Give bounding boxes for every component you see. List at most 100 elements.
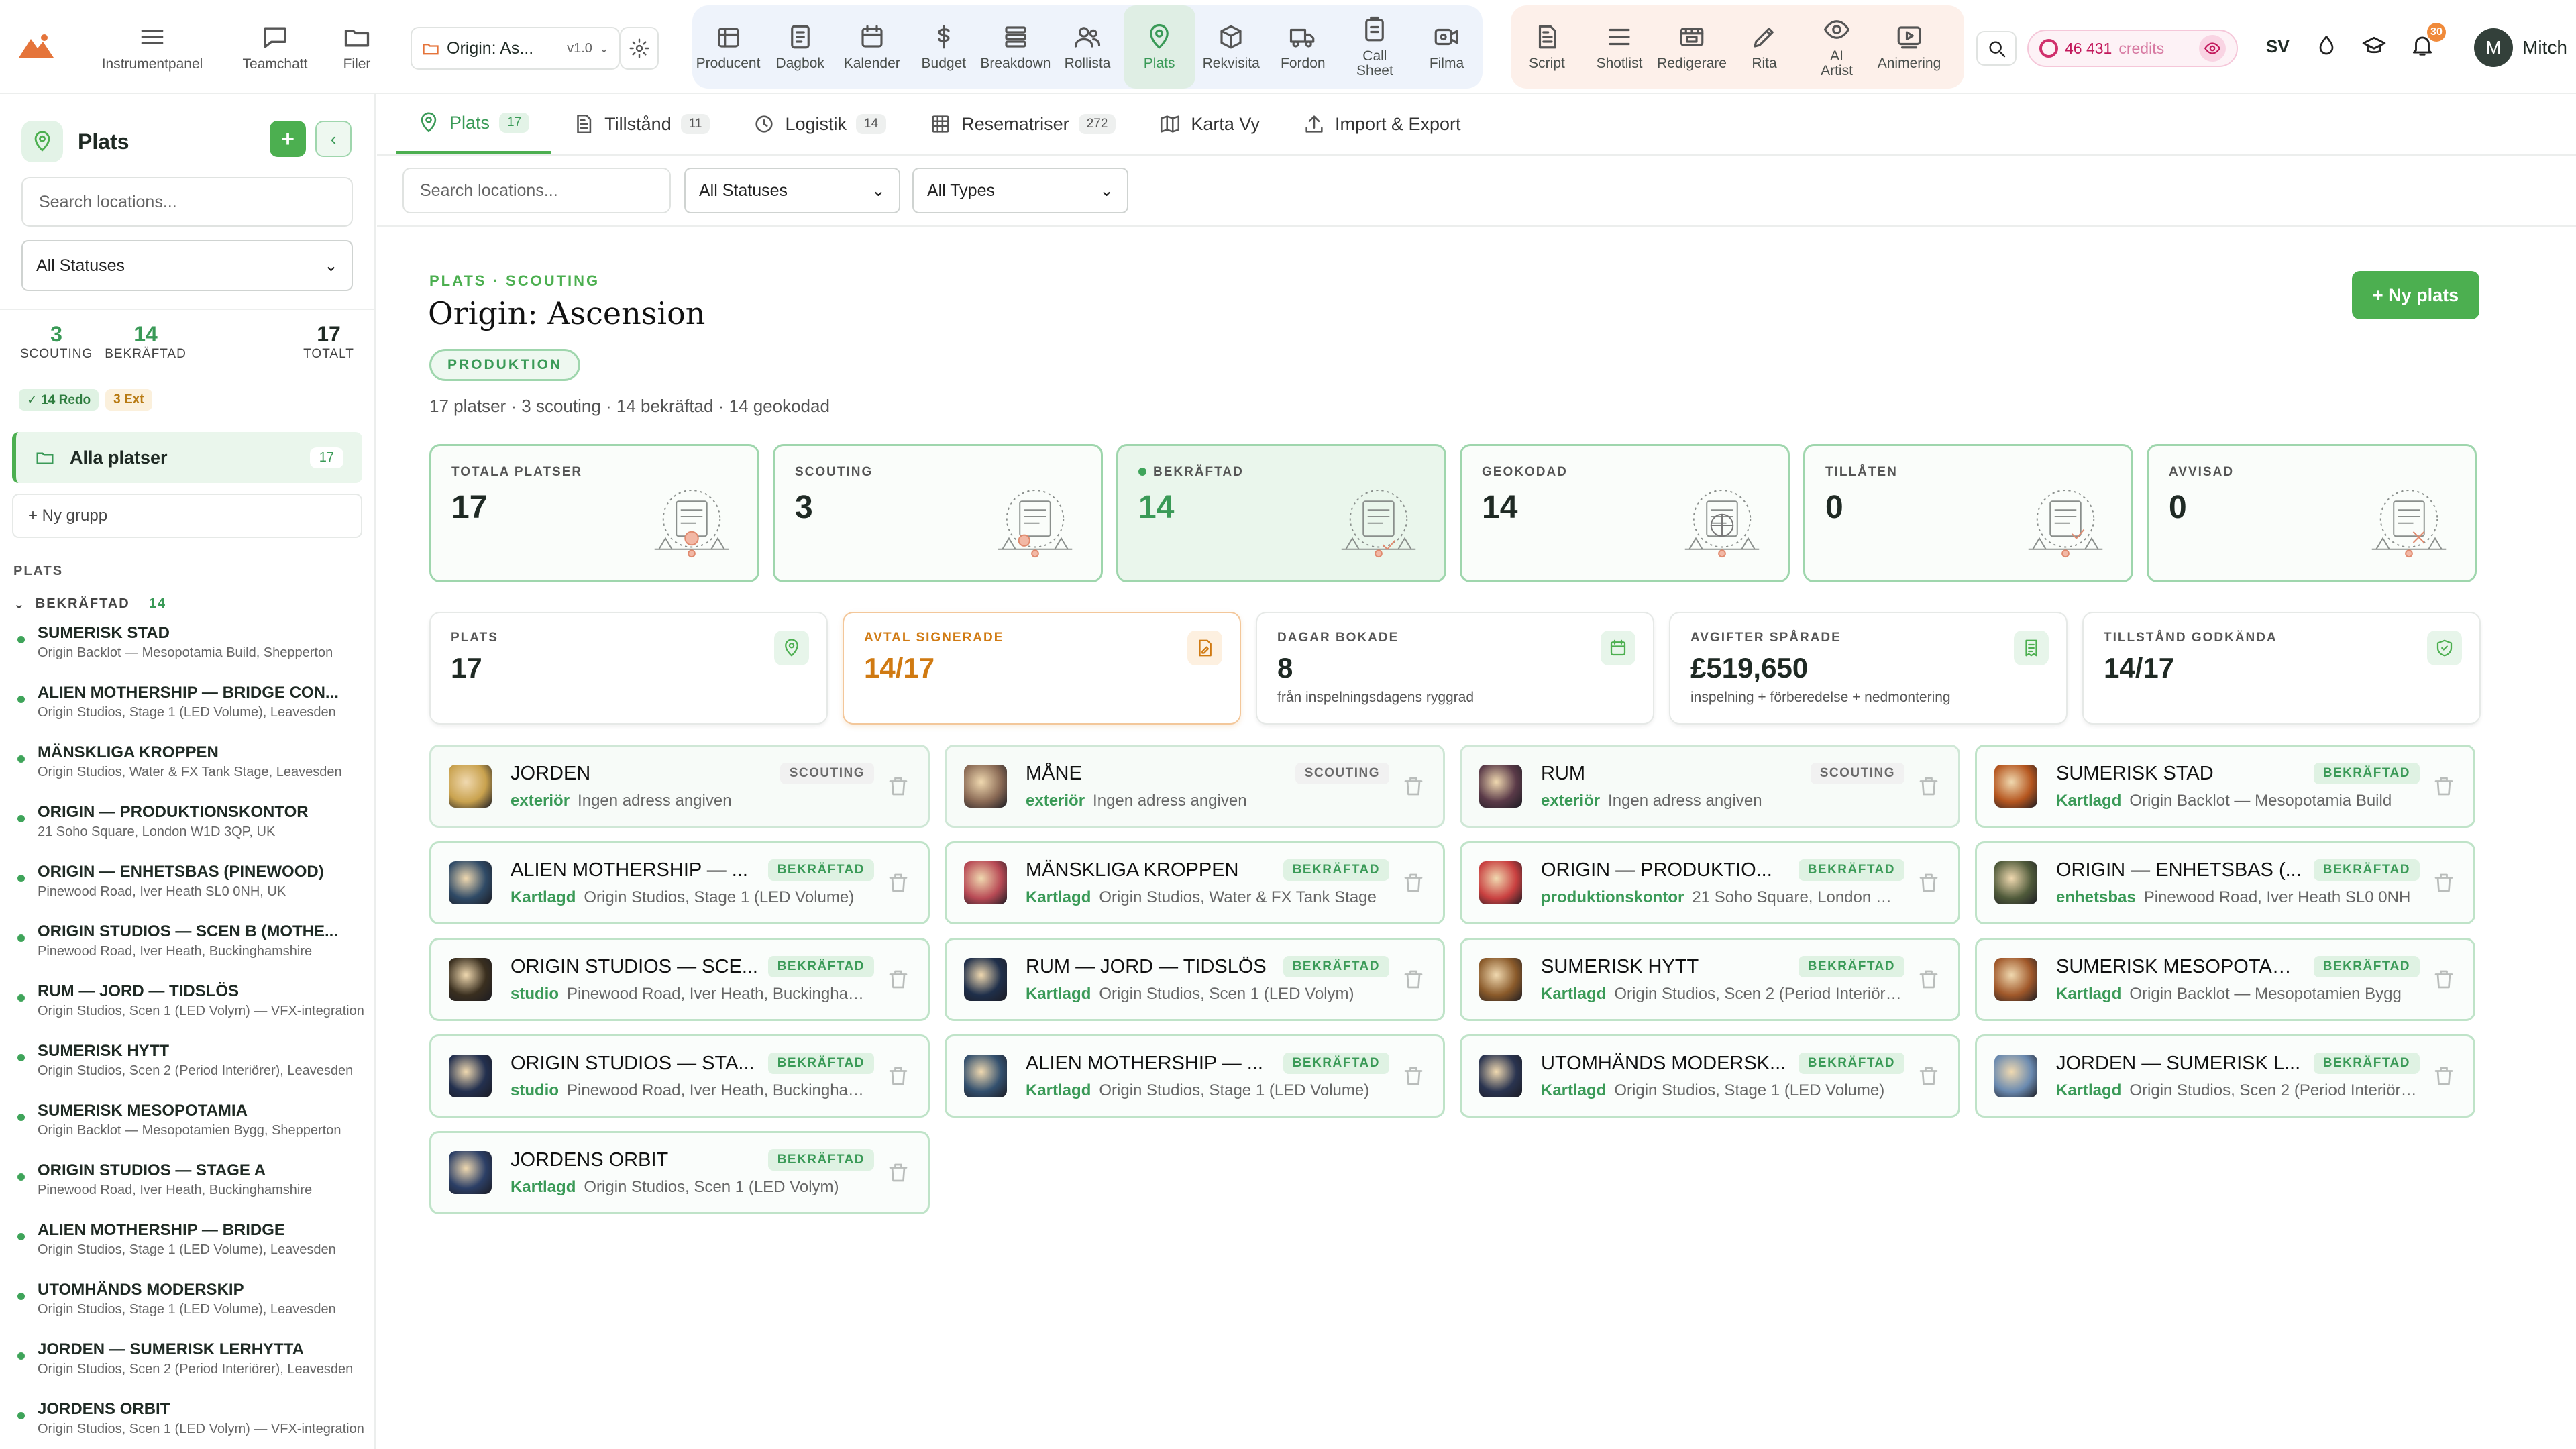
trash-icon[interactable] xyxy=(1917,871,1941,895)
module-rollista[interactable]: Rollista xyxy=(1051,5,1123,89)
module-plats[interactable]: Plats xyxy=(1123,5,1195,89)
creative-redigerare[interactable]: Redigerare xyxy=(1656,5,1728,89)
trash-icon[interactable] xyxy=(1917,1064,1941,1088)
location-card[interactable]: ALIEN MOTHERSHIP — ... BEKRÄFTAD Kartlagd O… xyxy=(945,1034,1445,1118)
filter-type-select[interactable]: All Types ⌄ xyxy=(912,168,1128,213)
location-card[interactable]: RUM — JORD — TIDSLÖS BEKRÄFTAD Kartlagd Ori… xyxy=(945,938,1445,1021)
all-locations-item[interactable]: Alla platser 17 xyxy=(12,432,362,483)
language-selector[interactable]: SV xyxy=(2266,36,2290,57)
kpi-card[interactable]: TOTALA PLATSER 17 xyxy=(429,444,759,582)
sidebar-location-item[interactable]: ORIGIN STUDIOS — SCEN B (MOTHE... Pinewoo… xyxy=(17,922,366,959)
creative-ai-artist[interactable]: AI Artist xyxy=(1801,5,1873,89)
location-card[interactable]: ALIEN MOTHERSHIP — ... BEKRÄFTAD Kartlagd O… xyxy=(429,841,930,924)
trash-icon[interactable] xyxy=(1401,1064,1426,1088)
location-card[interactable]: RUM SCOUTING exteriör Ingen adress angiven xyxy=(1460,745,1960,828)
location-card[interactable]: SUMERISK STAD BEKRÄFTAD Kartlagd Origin Bac… xyxy=(1975,745,2475,828)
sidebar-location-item[interactable]: ORIGIN — ENHETSBAS (PINEWOOD) Pinewood Ro… xyxy=(17,863,366,900)
sidebar-location-item[interactable]: SUMERISK STAD Origin Backlot — Mesopotami… xyxy=(17,624,366,661)
tab-tillstånd[interactable]: Tillstånd 11 xyxy=(551,95,731,154)
sidebar-location-item[interactable]: ALIEN MOTHERSHIP — BRIDGE Origin Studios,… xyxy=(17,1221,366,1258)
module-producent[interactable]: Producent xyxy=(692,5,764,89)
sidebar-location-item[interactable]: JORDEN — SUMERISK LERHYTTA Origin Studios… xyxy=(17,1340,366,1377)
new-group-button[interactable]: + Ny grupp xyxy=(12,494,362,538)
trash-icon[interactable] xyxy=(886,967,910,991)
tab-resematriser[interactable]: Resematriser 272 xyxy=(908,95,1137,154)
kpi-card[interactable]: TILLÅTEN 0 xyxy=(1803,444,2133,582)
sidebar-location-item[interactable]: ALIEN MOTHERSHIP — BRIDGE CON... Origin S… xyxy=(17,684,366,720)
tab-logistik[interactable]: Logistik 14 xyxy=(731,95,908,154)
trash-icon[interactable] xyxy=(886,1161,910,1185)
trash-icon[interactable] xyxy=(2432,871,2456,895)
project-selector[interactable]: Origin: As... v1.0 ⌄ xyxy=(411,27,620,70)
location-card[interactable]: UTOMHÄNDS MODERSK... BEKRÄFTAD Kartlagd Ori… xyxy=(1460,1034,1960,1118)
app-logo[interactable] xyxy=(17,32,55,59)
module-dagbok[interactable]: Dagbok xyxy=(764,5,836,89)
trash-icon[interactable] xyxy=(1917,774,1941,798)
notifications-button[interactable]: 30 xyxy=(2410,23,2446,58)
academy-button[interactable] xyxy=(2361,34,2387,59)
module-call-sheet[interactable]: Call Sheet xyxy=(1339,5,1411,89)
sidebar-location-item[interactable]: ORIGIN STUDIOS — STAGE A Pinewood Road, I… xyxy=(17,1161,366,1198)
module-filma[interactable]: Filma xyxy=(1411,5,1483,89)
sidebar-search-input[interactable]: Search locations... xyxy=(21,177,353,227)
trash-icon[interactable] xyxy=(886,774,910,798)
trash-icon[interactable] xyxy=(2432,967,2456,991)
location-card[interactable]: ORIGIN STUDIOS — STA... BEKRÄFTAD studio Pi… xyxy=(429,1034,930,1118)
filter-status-select[interactable]: All Statuses ⌄ xyxy=(684,168,900,213)
sidebar-location-item[interactable]: UTOMHÄNDS MODERSKIP Origin Studios, Stage… xyxy=(17,1281,366,1318)
trash-icon[interactable] xyxy=(886,1064,910,1088)
location-card[interactable]: ORIGIN — ENHETSBAS (... BEKRÄFTAD enhetsba… xyxy=(1975,841,2475,924)
tab-import-export[interactable]: Import & Export xyxy=(1281,95,1483,154)
location-card[interactable]: ORIGIN — PRODUKTIO... BEKRÄFTAD produktion… xyxy=(1460,841,1960,924)
sidebar-location-item[interactable]: RUM — JORD — TIDSLÖS Origin Studios, Scen… xyxy=(17,982,366,1019)
sidebar-location-item[interactable]: ORIGIN — PRODUKTIONSKONTOR 21 Soho Square… xyxy=(17,803,366,840)
module-fordon[interactable]: Fordon xyxy=(1267,5,1339,89)
trash-icon[interactable] xyxy=(2432,1064,2456,1088)
location-card[interactable]: ORIGIN STUDIOS — SCE... BEKRÄFTAD studio Pi… xyxy=(429,938,930,1021)
nav-instrumentpanel[interactable]: Instrumentpanel xyxy=(89,0,216,94)
filter-search-input[interactable]: Search locations... xyxy=(402,168,671,213)
trash-icon[interactable] xyxy=(1401,774,1426,798)
summary-card[interactable]: DAGAR BOKADE 8 från inspelningsdagens rygg… xyxy=(1256,612,1654,724)
sidebar-location-item[interactable]: SUMERISK MESOPOTAMIA Origin Backlot — Mes… xyxy=(17,1102,366,1138)
kpi-card[interactable]: AVVISAD 0 xyxy=(2147,444,2477,582)
tab-plats[interactable]: Plats 17 xyxy=(396,95,551,154)
group-header-bekraftad[interactable]: ⌄ BEKRÄFTAD 14 xyxy=(13,596,166,612)
nav-teamchatt[interactable]: Teamchatt xyxy=(228,0,322,94)
nav-filer[interactable]: Filer xyxy=(329,0,385,94)
tab-karta-vy[interactable]: Karta Vy xyxy=(1137,95,1281,154)
module-kalender[interactable]: Kalender xyxy=(836,5,908,89)
trash-icon[interactable] xyxy=(2432,774,2456,798)
kpi-card[interactable]: SCOUTING 3 xyxy=(773,444,1103,582)
module-breakdown[interactable]: Breakdown xyxy=(979,5,1051,89)
location-card[interactable]: SUMERISK HYTT BEKRÄFTAD Kartlagd Origin Stu… xyxy=(1460,938,1960,1021)
trash-icon[interactable] xyxy=(886,871,910,895)
summary-card[interactable]: TILLSTÅND GODKÄNDA 14/17 xyxy=(2082,612,2481,724)
summary-card[interactable]: PLATS 17 xyxy=(429,612,828,724)
kpi-card[interactable]: GEOKODAD 14 xyxy=(1460,444,1790,582)
location-card[interactable]: JORDEN SCOUTING exteriör Ingen adress angiv… xyxy=(429,745,930,828)
module-rekvisita[interactable]: Rekvisita xyxy=(1195,5,1267,89)
search-button[interactable] xyxy=(1976,31,2017,66)
credits-badge[interactable]: 46 431 credits xyxy=(2027,30,2238,67)
summary-card[interactable]: AVGIFTER SPÅRADE £519,650 inspelning + för… xyxy=(1669,612,2068,724)
kpi-card[interactable]: BEKRÄFTAD 14 xyxy=(1116,444,1446,582)
location-card[interactable]: SUMERISK MESOPOTAM... BEKRÄFTAD Kartlagd Or… xyxy=(1975,938,2475,1021)
summary-card[interactable]: AVTAL SIGNERADE 14/17 xyxy=(843,612,1241,724)
sidebar-location-item[interactable]: SUMERISK HYTT Origin Studios, Scen 2 (Per… xyxy=(17,1042,366,1079)
sidebar-location-item[interactable]: MÄNSKLIGA KROPPEN Origin Studios, Water &… xyxy=(17,743,366,780)
trash-icon[interactable] xyxy=(1401,967,1426,991)
creative-script[interactable]: Script xyxy=(1511,5,1583,89)
trash-icon[interactable] xyxy=(1401,871,1426,895)
location-card[interactable]: MÅNE SCOUTING exteriör Ingen adress angiven xyxy=(945,745,1445,828)
location-card[interactable]: MÄNSKLIGA KROPPEN BEKRÄFTAD Kartlagd Origin… xyxy=(945,841,1445,924)
creative-animering[interactable]: Animering xyxy=(1873,5,1945,89)
collapse-sidebar-button[interactable]: ‹ xyxy=(315,121,352,157)
user-menu[interactable]: M Mitch xyxy=(2474,28,2567,67)
sidebar-location-item[interactable]: JORDENS ORBIT Origin Studios, Scen 1 (LED… xyxy=(17,1400,366,1437)
creative-shotlist[interactable]: Shotlist xyxy=(1583,5,1656,89)
sidebar-status-select[interactable]: All Statuses ⌄ xyxy=(21,240,353,291)
location-card[interactable]: JORDENS ORBIT BEKRÄFTAD Kartlagd Origin Stu… xyxy=(429,1131,930,1214)
new-location-button[interactable]: + Ny plats xyxy=(2352,271,2479,319)
theme-toggle[interactable] xyxy=(2314,34,2339,58)
